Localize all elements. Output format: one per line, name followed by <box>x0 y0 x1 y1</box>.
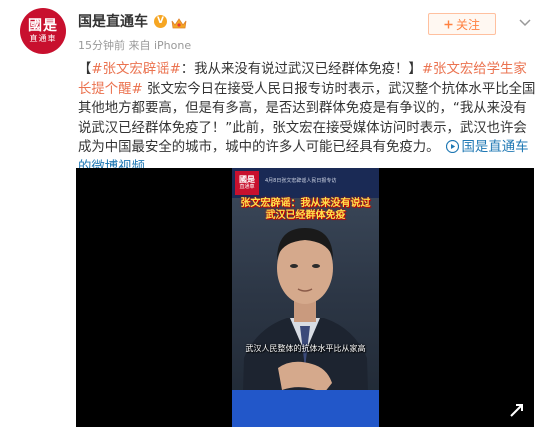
open-bracket: 【 <box>78 62 92 77</box>
post-headline: ：我从来没有说过武汉已经群体免疫！】 <box>180 62 422 77</box>
avatar[interactable]: 國是 直通車 <box>20 8 66 54</box>
post-meta: 15分钟前 来自 iPhone <box>78 39 192 52</box>
follow-label: 关注 <box>455 17 480 32</box>
expand-arrow-icon[interactable] <box>509 402 525 418</box>
vip-crown-icon[interactable] <box>171 15 187 28</box>
channel-logo-main: 國是 <box>239 174 255 184</box>
post-text: 【#张文宏辟谣#：我从来没有说过武汉已经群体免疫！】#张文宏给学生家长提个醒# … <box>78 60 538 178</box>
avatar-text-main: 國是 <box>28 18 58 34</box>
video-play-icon <box>445 140 459 154</box>
channel-logo-sub: 直通車 <box>239 184 255 190</box>
username-link[interactable]: 国是直通车 <box>78 11 148 31</box>
video-frame: 國是 直通車 4月8日张文宏辟谣人民日报专访 张文宏辟谣：我从来没有说过武汉已经… <box>232 168 379 427</box>
chevron-down-icon[interactable] <box>517 15 533 31</box>
avatar-text-sub: 直通車 <box>29 34 57 43</box>
plus-icon <box>444 20 453 28</box>
video-player[interactable]: 國是 直通車 4月8日张文宏辟谣人民日报专访 张文宏辟谣：我从来没有说过武汉已经… <box>76 168 534 427</box>
follow-button[interactable]: 关注 <box>428 13 496 35</box>
channel-logo: 國是 直通車 <box>235 171 259 195</box>
topic-link-1[interactable]: #张文宏辟谣# <box>91 62 180 77</box>
verified-badge-icon: V <box>154 14 167 28</box>
video-subtitle: 武汉人民整体的抗体水平比从家高 <box>245 344 366 353</box>
video-ticker: 4月8日张文宏辟谣人民日报专访 <box>265 178 337 184</box>
name-row: 国是直通车 V <box>78 12 187 30</box>
video-bottom-band <box>232 390 379 427</box>
video-headline: 张文宏辟谣：我从来没有说过武汉已经群体免疫 <box>240 198 371 221</box>
